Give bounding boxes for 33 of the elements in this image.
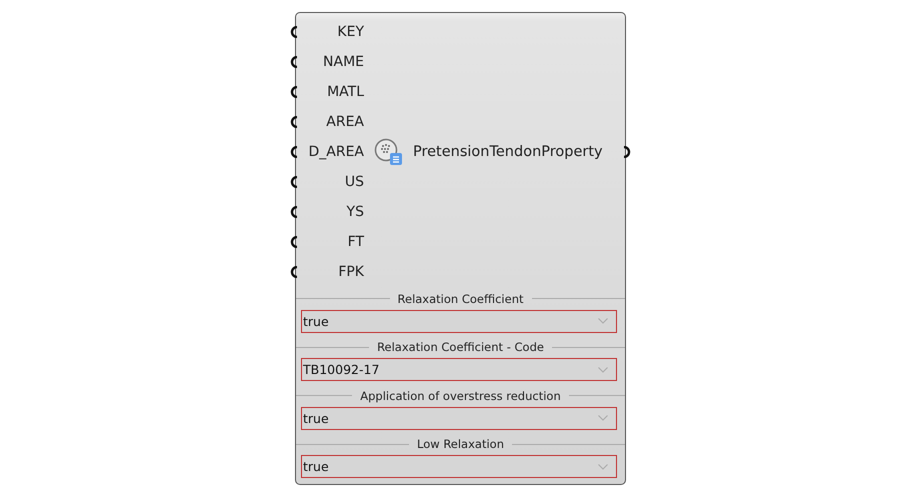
dropdown-label: Application of overstress reduction <box>360 388 561 403</box>
input-port[interactable] <box>290 26 298 38</box>
input-label: KEY <box>336 24 365 40</box>
input-port[interactable] <box>290 266 298 278</box>
component-title: PretensionTendonProperty <box>413 144 604 160</box>
input-label: NAME <box>322 54 365 70</box>
dropdown[interactable]: true <box>301 406 617 430</box>
chevron-icon <box>598 366 608 373</box>
chevron-icon <box>598 415 608 422</box>
chevron-icon <box>598 464 608 470</box>
input-label: US <box>344 174 365 190</box>
input-port[interactable] <box>290 236 298 248</box>
input-label: D_AREA <box>307 144 365 160</box>
dropdown[interactable]: true <box>301 310 617 333</box>
input-port[interactable] <box>290 56 298 68</box>
dropdown[interactable]: TB10092-17 <box>301 358 617 382</box>
chevron-icon <box>598 318 608 324</box>
dropdown[interactable]: true <box>301 455 617 478</box>
component-icon <box>374 138 404 166</box>
input-port[interactable] <box>290 146 298 158</box>
input-port[interactable] <box>290 86 298 98</box>
input-label: MATL <box>326 84 365 100</box>
output-port[interactable] <box>623 146 631 158</box>
dropdown-label: Relaxation Coefficient - Code <box>377 340 544 354</box>
input-label: FT <box>346 234 366 250</box>
dropdown-label: Relaxation Coefficient <box>398 292 524 306</box>
input-port[interactable] <box>290 116 298 128</box>
input-port[interactable] <box>290 206 298 218</box>
input-label: AREA <box>325 114 365 130</box>
dropdown-label: Low Relaxation <box>417 437 504 452</box>
input-label: YS <box>346 204 365 220</box>
input-label: FPK <box>337 264 365 280</box>
input-port[interactable] <box>290 176 298 188</box>
